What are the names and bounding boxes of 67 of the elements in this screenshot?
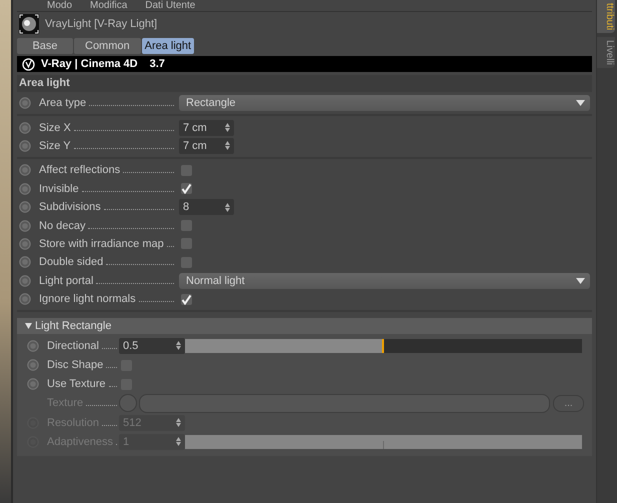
keyframe-circle-icon[interactable] bbox=[19, 274, 31, 287]
parameter-label: Store with irradiance map bbox=[39, 238, 164, 250]
light-object-icon bbox=[19, 14, 39, 34]
keyframe-circle-icon[interactable] bbox=[27, 359, 39, 372]
parameter-label: Invisible bbox=[39, 182, 79, 195]
keyframe-circle-icon[interactable] bbox=[19, 97, 31, 110]
parameter-label: Use Texture bbox=[47, 378, 106, 390]
dropdown-arrow-icon bbox=[576, 278, 585, 284]
parameter-label: Ignore light normals bbox=[39, 293, 136, 306]
spinner-arrows-icon bbox=[176, 437, 181, 446]
number-field[interactable]: 8 bbox=[179, 199, 234, 216]
object-title: VrayLight [V-Ray Light] bbox=[45, 18, 158, 30]
keyframe-circle-icon[interactable] bbox=[19, 201, 31, 214]
parameter-label: Light portal bbox=[39, 274, 94, 287]
parameter-label: Affect reflections bbox=[39, 164, 120, 176]
number-field[interactable]: 0.5 bbox=[119, 338, 185, 354]
tab[interactable]: Base bbox=[17, 38, 73, 54]
check-mark-icon bbox=[181, 183, 192, 194]
keyframe-circle-icon[interactable] bbox=[19, 140, 31, 152]
keyframe-circle-icon[interactable] bbox=[19, 182, 31, 195]
checkbox[interactable] bbox=[181, 164, 192, 176]
menu-item[interactable]: Modo bbox=[47, 0, 72, 11]
spinner-arrows-icon bbox=[176, 341, 181, 350]
keyframe-circle-icon[interactable] bbox=[19, 220, 31, 232]
number-field[interactable]: 7 cm bbox=[179, 138, 234, 154]
menu-item[interactable]: Dati Utente bbox=[145, 0, 196, 11]
checkbox[interactable] bbox=[181, 220, 192, 232]
product-name: V-Ray | Cinema 4D bbox=[41, 58, 138, 70]
check-mark-icon bbox=[181, 294, 192, 305]
keyframe-circle-icon[interactable] bbox=[19, 164, 31, 176]
tab[interactable]: Area light bbox=[142, 38, 194, 54]
subsection-header[interactable]: Light Rectangle bbox=[17, 318, 592, 334]
vray-logo-icon bbox=[22, 58, 35, 70]
parameter-label: Size X bbox=[39, 122, 71, 134]
checkbox[interactable] bbox=[181, 183, 192, 194]
side-tab[interactable]: ttributi bbox=[597, 0, 615, 34]
spinner-arrows-icon bbox=[225, 123, 230, 132]
expand-arrow-icon bbox=[25, 323, 32, 330]
parameter-label: Size Y bbox=[39, 140, 71, 152]
parameter-label: No decay bbox=[39, 220, 86, 232]
keyframe-circle-icon[interactable] bbox=[19, 122, 31, 134]
keyframe-circle-icon[interactable] bbox=[27, 378, 39, 390]
checkbox[interactable] bbox=[181, 256, 192, 268]
spinner-arrows-icon bbox=[225, 202, 230, 212]
side-tab[interactable]: Livelli bbox=[597, 37, 615, 68]
parameter-label: Disc Shape bbox=[47, 359, 104, 372]
parameter-label: Directional bbox=[47, 340, 99, 352]
dropdown[interactable]: Rectangle bbox=[179, 95, 590, 112]
version-number: 3.7 bbox=[150, 58, 165, 70]
dropdown[interactable]: Normal light bbox=[179, 272, 590, 289]
parameter-label: Double sided bbox=[39, 256, 104, 268]
keyframe-circle-icon[interactable] bbox=[27, 340, 39, 352]
keyframe-circle-icon[interactable] bbox=[19, 256, 31, 268]
menu-item[interactable]: Modifica bbox=[90, 0, 128, 11]
dropdown-arrow-icon bbox=[576, 100, 585, 106]
checkbox[interactable] bbox=[181, 238, 192, 250]
tab[interactable]: Common bbox=[74, 38, 141, 54]
keyframe-circle-icon[interactable] bbox=[19, 238, 31, 250]
checkbox[interactable] bbox=[181, 294, 192, 305]
section-header: Area light bbox=[17, 75, 592, 92]
spinner-arrows-icon bbox=[225, 141, 230, 150]
parameter-label: Area type bbox=[39, 97, 86, 110]
keyframe-circle-icon[interactable] bbox=[19, 293, 31, 306]
spinner-arrows-icon bbox=[176, 418, 181, 428]
subsection-title: Light Rectangle bbox=[35, 320, 112, 332]
parameter-label: Subdivisions bbox=[39, 201, 101, 214]
number-field[interactable]: 7 cm bbox=[179, 120, 234, 136]
